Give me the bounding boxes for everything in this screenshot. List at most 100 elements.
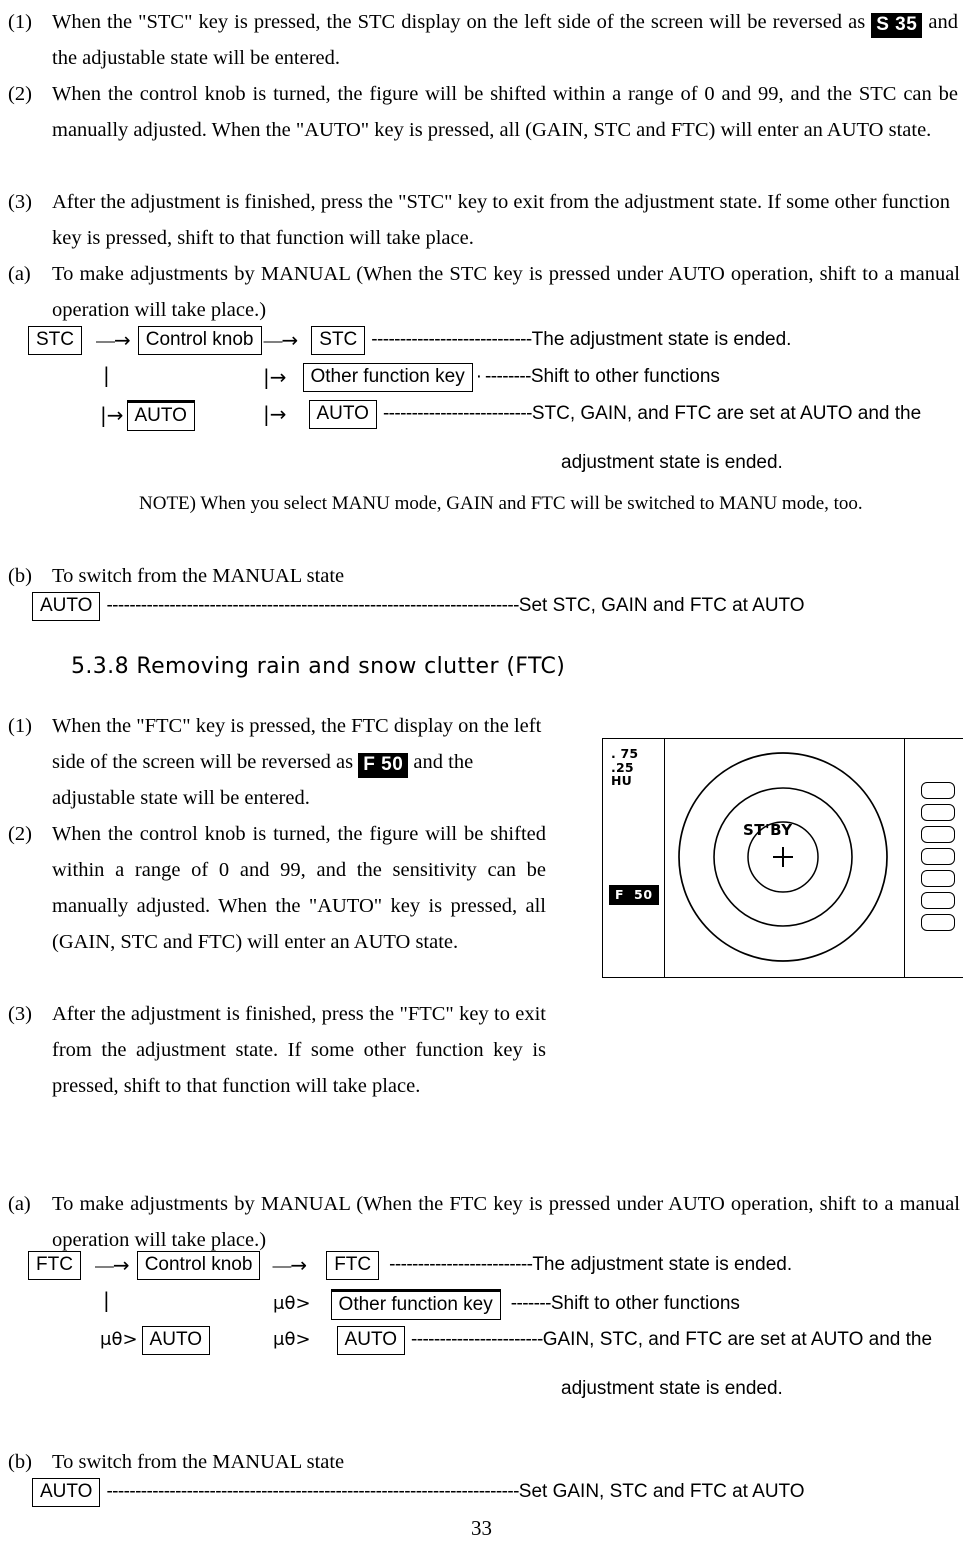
leader-dashes: -------- bbox=[485, 366, 531, 388]
other-function-key-box[interactable]: Other function key bbox=[330, 1289, 501, 1320]
heading-mode-label: HU bbox=[611, 773, 633, 788]
paragraph-text: After the adjustment is finished, press … bbox=[52, 191, 951, 249]
arrow-right-icon: ⎯⎯→ bbox=[272, 1253, 307, 1278]
paragraph-text: When the control knob is turned, the fig… bbox=[52, 83, 958, 141]
other-function-key-box[interactable]: Other function key bbox=[302, 363, 473, 392]
radar-display-figure: . 75.25 HU F 50 ST'BY bbox=[602, 738, 963, 978]
ftc-auto-description: Set GAIN, STC and FTC at AUTO bbox=[518, 1481, 805, 1503]
auto-key-box-left[interactable]: AUTO bbox=[141, 1326, 210, 1355]
radar-range-display: . 75.25 HU bbox=[611, 747, 638, 788]
softkey-button-6[interactable] bbox=[921, 892, 955, 909]
list-number: (b) bbox=[8, 1451, 32, 1473]
branch-stem-icon: | bbox=[103, 1288, 110, 1312]
paragraph-stc-1: (1) When the "STC" key is pressed, the S… bbox=[8, 4, 958, 76]
stc-diagram-row-1: STC ⎯⎯→ Control knob ⎯⎯→ STC -----------… bbox=[28, 326, 791, 355]
auto-key-box[interactable]: AUTO bbox=[32, 1478, 101, 1507]
stc-auto-description: Set STC, GAIN and FTC at AUTO bbox=[518, 595, 805, 617]
arrow-right-icon: ⎯⎯→ bbox=[96, 328, 131, 353]
radar-ppi-scope: ST'BY bbox=[665, 739, 904, 977]
auto-key-box-left[interactable]: AUTO bbox=[126, 400, 195, 431]
paragraph-ftc-a: (a) To make adjustments by MANUAL (When … bbox=[8, 1186, 960, 1258]
list-number: (a) bbox=[8, 1193, 31, 1215]
leader-dashes: ------------------------- bbox=[389, 1254, 533, 1276]
ftc-diagram-row-2-right: μθ> Other function key ------- Shift to … bbox=[273, 1289, 740, 1320]
leader-dashes: -------------------------- bbox=[382, 403, 533, 425]
paragraph-ftc-b: (b) To switch from the MANUAL state bbox=[8, 1444, 958, 1480]
list-number: (3) bbox=[8, 191, 32, 213]
ftc-key-box[interactable]: FTC bbox=[28, 1251, 81, 1280]
ftc-row1-description: The adjustment state is ended. bbox=[532, 1254, 793, 1276]
auto-key-box-end[interactable]: AUTO bbox=[308, 400, 377, 429]
ftc-inverted-badge: F 50 bbox=[358, 753, 409, 778]
control-knob-box[interactable]: Control knob bbox=[137, 326, 262, 355]
leader-dashes: ---------------------------- bbox=[371, 329, 532, 351]
stc-row1-description: The adjustment state is ended. bbox=[531, 329, 792, 351]
paragraph-text: When the control knob is turned, the fig… bbox=[52, 823, 546, 953]
leader-dashes: ----------------------------------------… bbox=[106, 595, 519, 617]
leader-dashes: ----------------------- bbox=[410, 1329, 543, 1351]
paragraph-text: To make adjustments by MANUAL (When the … bbox=[52, 263, 960, 321]
radar-softkey-panel bbox=[904, 739, 963, 977]
stc-note: NOTE) When you select MANU mode, GAIN an… bbox=[139, 493, 863, 514]
text-before-badge: When the "STC" key is pressed, the STC d… bbox=[52, 11, 872, 33]
branch-arrow-icon: μθ> bbox=[273, 1293, 311, 1315]
ftc-row3-description: GAIN, STC, and FTC are set at AUTO and t… bbox=[542, 1329, 933, 1351]
document-page: (1) When the "STC" key is pressed, the S… bbox=[0, 0, 963, 1554]
page-number: 33 bbox=[471, 1516, 492, 1540]
softkey-button-1[interactable] bbox=[921, 782, 955, 799]
paragraph-text: To make adjustments by MANUAL (When the … bbox=[52, 1193, 960, 1251]
softkey-button-2[interactable] bbox=[921, 804, 955, 821]
bullet-dot-icon: · bbox=[475, 366, 483, 388]
paragraph-text: When the "FTC" key is pressed, the FTC d… bbox=[52, 708, 546, 816]
auto-key-box[interactable]: AUTO bbox=[32, 592, 101, 621]
softkey-button-4[interactable] bbox=[921, 848, 955, 865]
paragraph-ftc-2: (2) When the control knob is turned, the… bbox=[8, 816, 546, 960]
branch-arrow-icon: |→ bbox=[263, 402, 287, 427]
stc-key-box[interactable]: STC bbox=[28, 326, 82, 355]
list-number: (b) bbox=[8, 565, 32, 587]
arrow-right-icon: ⎯⎯→ bbox=[263, 328, 299, 353]
stc-row3-description: STC, GAIN, and FTC are set at AUTO and t… bbox=[531, 403, 922, 425]
ftc-diagram-row-1: FTC ⎯⎯→ Control knob ⎯⎯→ FTC -----------… bbox=[28, 1251, 792, 1280]
ftc-diagram-continuation: adjustment state is ended. bbox=[561, 1378, 783, 1399]
ftc-diagram-row-3-right: μθ> AUTO ----------------------- GAIN, S… bbox=[273, 1326, 932, 1355]
paragraph-text: To switch from the MANUAL state bbox=[52, 1451, 345, 1473]
ftc-key-box-end[interactable]: FTC bbox=[326, 1251, 380, 1280]
paragraph-text: When the "STC" key is pressed, the STC d… bbox=[52, 4, 958, 76]
paragraph-text: After the adjustment is finished, press … bbox=[52, 1003, 546, 1097]
branch-arrow-icon: μθ> bbox=[100, 1329, 138, 1351]
stc-diagram-row-3-right: |→ AUTO -------------------------- STC, … bbox=[263, 400, 921, 429]
control-knob-box[interactable]: Control knob bbox=[136, 1251, 261, 1280]
stc-diagram-row-3-left: |→ AUTO bbox=[100, 400, 195, 431]
radar-rings-graphic bbox=[678, 752, 888, 962]
radar-left-panel: . 75.25 HU F 50 bbox=[603, 739, 665, 977]
stc-auto-switch-row: AUTO -----------------------------------… bbox=[32, 592, 805, 621]
list-number: (1) bbox=[8, 715, 32, 737]
ftc-auto-switch-row: AUTO -----------------------------------… bbox=[32, 1478, 805, 1507]
list-number: (2) bbox=[8, 83, 32, 105]
list-number: (2) bbox=[8, 823, 32, 845]
softkey-button-3[interactable] bbox=[921, 826, 955, 843]
ftc-value-badge: F 50 bbox=[609, 885, 659, 905]
paragraph-stc-b: (b) To switch from the MANUAL state bbox=[8, 558, 958, 594]
stc-key-box-end[interactable]: STC bbox=[311, 326, 366, 355]
softkey-button-5[interactable] bbox=[921, 870, 955, 887]
paragraph-ftc-3: (3) After the adjustment is finished, pr… bbox=[8, 996, 546, 1104]
leader-dashes: ------- bbox=[510, 1293, 552, 1315]
auto-key-box-end[interactable]: AUTO bbox=[336, 1326, 405, 1355]
paragraph-ftc-1: (1) When the "FTC" key is pressed, the F… bbox=[8, 708, 546, 816]
arrow-right-icon: ⎯⎯→ bbox=[94, 1253, 130, 1278]
list-number: (1) bbox=[8, 11, 32, 33]
list-number: (a) bbox=[8, 263, 31, 285]
paragraph-text: To switch from the MANUAL state bbox=[52, 565, 345, 587]
ftc-diagram-row-2: | bbox=[103, 1290, 110, 1310]
stc-diagram-row-2-right: |→ Other function key · -------- Shift t… bbox=[263, 363, 720, 392]
ftc-row2-description: Shift to other functions bbox=[550, 1293, 740, 1315]
list-number: (3) bbox=[8, 1003, 32, 1025]
softkey-button-7[interactable] bbox=[921, 914, 955, 931]
paragraph-stc-3: (3) After the adjustment is finished, pr… bbox=[8, 184, 958, 256]
stc-row2-description: Shift to other functions bbox=[530, 366, 720, 388]
stc-diagram-row-2: | bbox=[103, 365, 110, 385]
branch-arrow-icon: |→ bbox=[263, 365, 287, 390]
stc-inverted-badge: S 35 bbox=[871, 13, 923, 38]
